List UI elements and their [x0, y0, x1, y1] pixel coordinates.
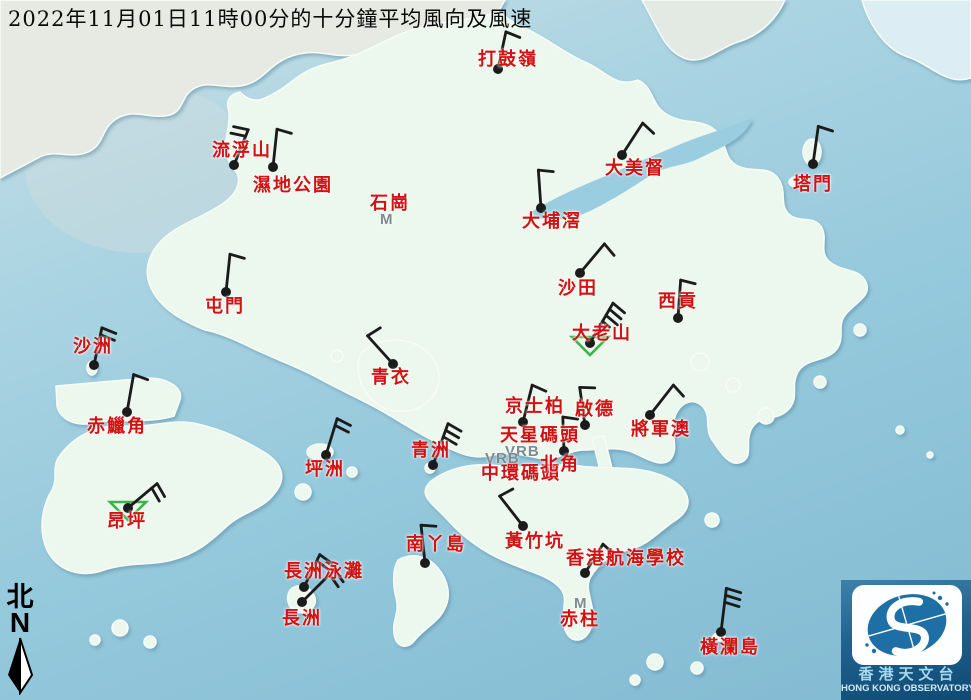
station-dot: [580, 420, 590, 430]
station-dot: [420, 558, 430, 568]
station-dot: [229, 160, 239, 170]
station-waglan-island: [716, 588, 741, 637]
station-kai-tak: [580, 387, 595, 430]
station-dot: [645, 410, 655, 420]
station-dot: [716, 627, 726, 637]
station-dot: [585, 338, 595, 348]
station-dot: [388, 359, 398, 369]
station-dot: [268, 162, 278, 172]
station-dot: [493, 64, 503, 74]
compass-arrow-icon: [6, 637, 34, 695]
hko-logo-corner: 香港天文台 HONG KONG OBSERVATORY: [841, 580, 971, 700]
hko-logo-icon: [852, 585, 962, 665]
station-dot: [518, 417, 528, 427]
station-tap-mun: [808, 126, 833, 169]
station-sha-chau: [89, 328, 116, 370]
station-dot: [808, 159, 818, 169]
compass-north: 北 N: [2, 584, 38, 695]
station-tsing-yi: [368, 328, 398, 369]
station-dot: [123, 503, 133, 513]
station-green-island: [428, 424, 461, 470]
station-tai-mei-tuk: [617, 123, 654, 160]
wind-map: 打鼓嶺流浮山濕地公園石崗M大美督塔門大埔滘沙田西貢屯門沙洲大老山青衣赤鱲角京士柏…: [0, 0, 971, 700]
station-dot: [428, 460, 438, 470]
station-ta-kwu-ling: [493, 32, 520, 74]
station-dot: [297, 597, 307, 607]
station-lau-fau-shan: [229, 127, 248, 170]
station-tuen-mun: [221, 254, 244, 297]
hko-name-zh: 香港天文台: [841, 667, 971, 682]
station-dot: [299, 582, 309, 592]
station-tai-po-kau: [536, 170, 553, 213]
station-chek-lap-kok: [122, 375, 148, 417]
station-lamma-island: [420, 525, 436, 568]
hko-name-en: HONG KONG OBSERVATORY: [841, 684, 971, 694]
station-dot: [89, 360, 99, 370]
station-dot: [518, 521, 528, 531]
station-dot: [575, 268, 585, 278]
station-sha-tin: [575, 244, 614, 278]
station-kings-park: [518, 385, 546, 427]
station-dot: [673, 313, 683, 323]
station-dot: [617, 150, 627, 160]
station-sai-kung: [673, 280, 695, 323]
station-tates-cairn: [572, 303, 624, 355]
station-dot: [221, 287, 231, 297]
station-wetland-park: [268, 129, 291, 172]
station-wong-chuk-hang: [500, 489, 528, 531]
station-peng-chau: [321, 419, 350, 460]
hko-logo: [852, 585, 962, 665]
station-dot: [122, 407, 132, 417]
map-title: 2022年11月01日11時00分的十分鐘平均風向及風速: [8, 3, 532, 33]
station-dot: [321, 450, 331, 460]
station-tseung-kwan-o: [645, 385, 683, 420]
station-dot: [536, 203, 546, 213]
station-north-point: [559, 417, 578, 456]
wind-barbs-layer: [0, 0, 971, 700]
station-ngong-ping: [110, 484, 165, 520]
station-dot: [559, 446, 569, 456]
station-hk-sea-school: [580, 544, 614, 578]
compass-letter: N: [2, 611, 38, 635]
station-dot: [580, 568, 590, 578]
station-cheung-chau-beach: [299, 555, 332, 592]
